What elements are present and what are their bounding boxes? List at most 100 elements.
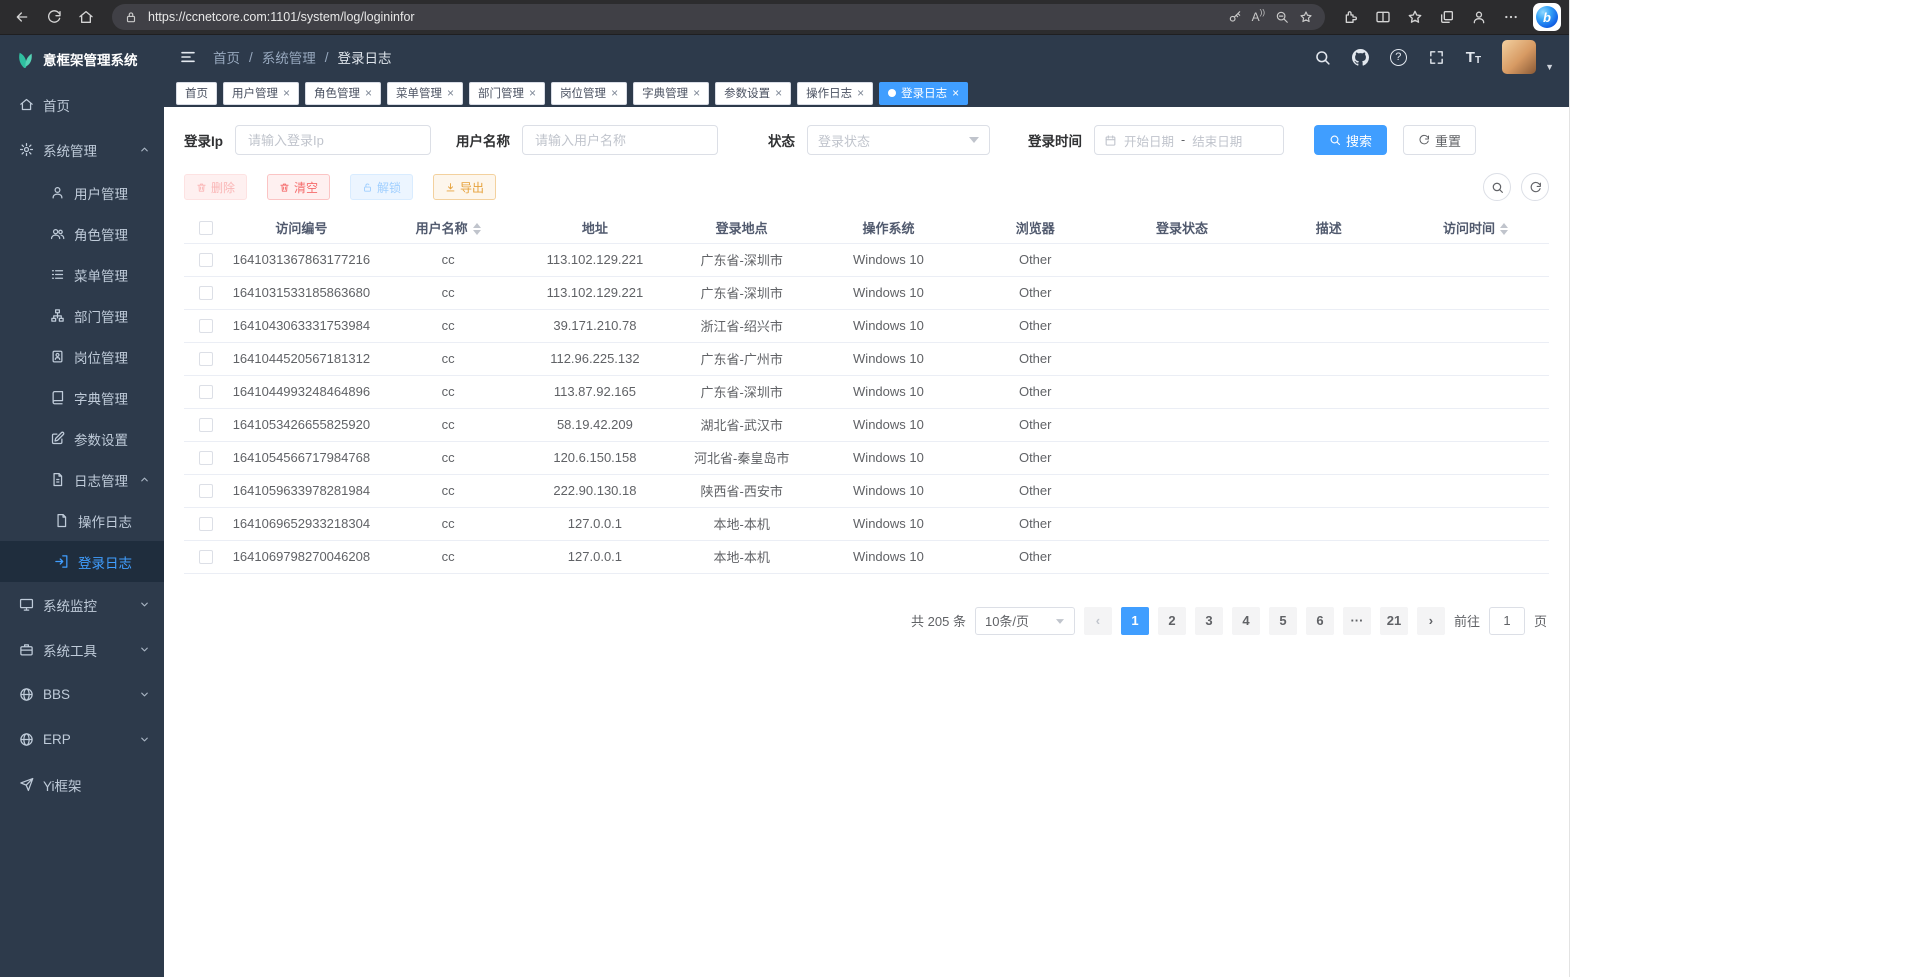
browser-home-button[interactable] <box>72 4 100 30</box>
browser-address-bar[interactable]: https://ccnetcore.com:1101/system/log/lo… <box>112 4 1325 30</box>
tab-role-mgmt[interactable]: 角色管理× <box>305 82 381 105</box>
row-checkbox[interactable] <box>199 550 213 564</box>
tab-close-icon[interactable]: × <box>283 86 290 100</box>
delete-button[interactable]: 删除 <box>184 174 247 200</box>
unlock-button[interactable]: 解锁 <box>350 174 413 200</box>
tab-user-mgmt[interactable]: 用户管理× <box>223 82 299 105</box>
sidebar-item-log-mgmt[interactable]: 日志管理 <box>0 459 164 500</box>
browser-extensions-button[interactable] <box>1337 4 1365 30</box>
page-button-6[interactable]: 6 <box>1306 607 1334 635</box>
row-checkbox[interactable] <box>199 385 213 399</box>
sidebar-item-param-settings[interactable]: 参数设置 <box>0 418 164 459</box>
add-favorite-icon[interactable] <box>1299 10 1313 24</box>
browser-favorites-button[interactable] <box>1401 4 1429 30</box>
page-button-1[interactable]: 1 <box>1121 607 1149 635</box>
tab-dict-mgmt[interactable]: 字典管理× <box>633 82 709 105</box>
search-icon[interactable] <box>1314 49 1331 66</box>
sidebar-item-yi-framework[interactable]: Yi框架 <box>0 762 164 807</box>
export-button[interactable]: 导出 <box>433 174 496 200</box>
sidebar-item-dept-mgmt[interactable]: 部门管理 <box>0 295 164 336</box>
zoom-out-icon[interactable] <box>1275 10 1289 24</box>
page-button-3[interactable]: 3 <box>1195 607 1223 635</box>
login-time-range-picker[interactable]: 开始日期 - 结束日期 <box>1094 125 1284 155</box>
sidebar-item-dict-mgmt[interactable]: 字典管理 <box>0 377 164 418</box>
tab-operation-log[interactable]: 操作日志× <box>797 82 873 105</box>
clear-button[interactable]: 清空 <box>267 174 330 200</box>
read-aloud-icon[interactable]: A)) <box>1252 10 1265 24</box>
help-icon[interactable]: ? <box>1390 49 1407 66</box>
browser-refresh-button[interactable] <box>40 4 68 30</box>
sidebar-item-erp[interactable]: ERP <box>0 717 164 762</box>
reset-button[interactable]: 重置 <box>1403 125 1476 155</box>
refresh-table-button[interactable] <box>1521 173 1549 201</box>
copilot-button[interactable]: b <box>1533 3 1561 31</box>
browser-settings-menu-button[interactable] <box>1497 4 1525 30</box>
browser-collections-button[interactable] <box>1433 4 1461 30</box>
sort-icons[interactable] <box>1500 223 1508 235</box>
row-checkbox[interactable] <box>199 286 213 300</box>
font-size-icon[interactable]: TT <box>1466 49 1481 66</box>
select-all-checkbox[interactable] <box>199 221 213 235</box>
tab-close-icon[interactable]: × <box>365 86 372 100</box>
tab-close-icon[interactable]: × <box>447 86 454 100</box>
search-button[interactable]: 搜索 <box>1314 125 1387 155</box>
page-size-select[interactable]: 10条/页 <box>975 607 1075 635</box>
login-ip-input[interactable] <box>235 125 431 155</box>
sidebar-item-system-mgmt[interactable]: 系统管理 <box>0 127 164 172</box>
sidebar-item-menu-mgmt[interactable]: 菜单管理 <box>0 254 164 295</box>
browser-back-button[interactable] <box>8 4 36 30</box>
github-icon[interactable] <box>1352 49 1369 66</box>
page-button-21[interactable]: 21 <box>1380 607 1408 635</box>
status-select[interactable]: 登录状态 <box>807 125 990 155</box>
page-button-2[interactable]: 2 <box>1158 607 1186 635</box>
tab-close-icon[interactable]: × <box>952 86 959 100</box>
tab-close-icon[interactable]: × <box>857 86 864 100</box>
page-button-4[interactable]: 4 <box>1232 607 1260 635</box>
user-avatar[interactable] <box>1502 40 1536 74</box>
row-checkbox[interactable] <box>199 517 213 531</box>
row-checkbox[interactable] <box>199 319 213 333</box>
row-checkbox[interactable] <box>199 253 213 267</box>
tab-param-settings[interactable]: 参数设置× <box>715 82 791 105</box>
breadcrumb-system-mgmt[interactable]: 系统管理 <box>262 47 316 67</box>
sort-icons[interactable] <box>473 223 481 235</box>
row-checkbox[interactable] <box>199 418 213 432</box>
sidebar-item-bbs[interactable]: BBS <box>0 672 164 717</box>
goto-page-input[interactable] <box>1489 607 1525 635</box>
row-checkbox[interactable] <box>199 451 213 465</box>
fullscreen-icon[interactable] <box>1428 49 1445 66</box>
row-checkbox[interactable] <box>199 484 213 498</box>
tab-login-log[interactable]: 登录日志× <box>879 82 968 105</box>
tab-menu-mgmt[interactable]: 菜单管理× <box>387 82 463 105</box>
sidebar-item-operation-log[interactable]: 操作日志 <box>0 500 164 541</box>
sidebar-toggle-icon[interactable] <box>179 49 197 65</box>
tab-close-icon[interactable]: × <box>775 86 782 100</box>
page-button-5[interactable]: 5 <box>1269 607 1297 635</box>
pagination-ellipsis[interactable]: ··· <box>1343 607 1371 635</box>
tab-close-icon[interactable]: × <box>693 86 700 100</box>
tab-close-icon[interactable]: × <box>529 86 536 100</box>
col-username[interactable]: 用户名称 <box>375 212 522 243</box>
col-visit-time[interactable]: 访问时间 <box>1402 212 1549 243</box>
sidebar-item-post-mgmt[interactable]: 岗位管理 <box>0 336 164 377</box>
sidebar-item-system-tools[interactable]: 系统工具 <box>0 627 164 672</box>
sidebar-item-role-mgmt[interactable]: 角色管理 <box>0 213 164 254</box>
sidebar-item-home[interactable]: 首页 <box>0 82 164 127</box>
show-search-button[interactable] <box>1483 173 1511 201</box>
password-key-icon[interactable] <box>1228 10 1242 24</box>
tab-dept-mgmt[interactable]: 部门管理× <box>469 82 545 105</box>
tab-home[interactable]: 首页 <box>176 82 217 105</box>
prev-page-button[interactable]: ‹ <box>1084 607 1112 635</box>
sidebar-item-system-monitor[interactable]: 系统监控 <box>0 582 164 627</box>
row-checkbox[interactable] <box>199 352 213 366</box>
browser-split-screen-button[interactable] <box>1369 4 1397 30</box>
sidebar-item-user-mgmt[interactable]: 用户管理 <box>0 172 164 213</box>
browser-url[interactable]: https://ccnetcore.com:1101/system/log/lo… <box>148 10 1218 24</box>
next-page-button[interactable]: › <box>1417 607 1445 635</box>
tab-post-mgmt[interactable]: 岗位管理× <box>551 82 627 105</box>
username-input[interactable] <box>522 125 718 155</box>
sidebar-item-login-log[interactable]: 登录日志 <box>0 541 164 582</box>
breadcrumb-home[interactable]: 首页 <box>213 47 240 67</box>
tab-close-icon[interactable]: × <box>611 86 618 100</box>
browser-profile-button[interactable] <box>1465 4 1493 30</box>
